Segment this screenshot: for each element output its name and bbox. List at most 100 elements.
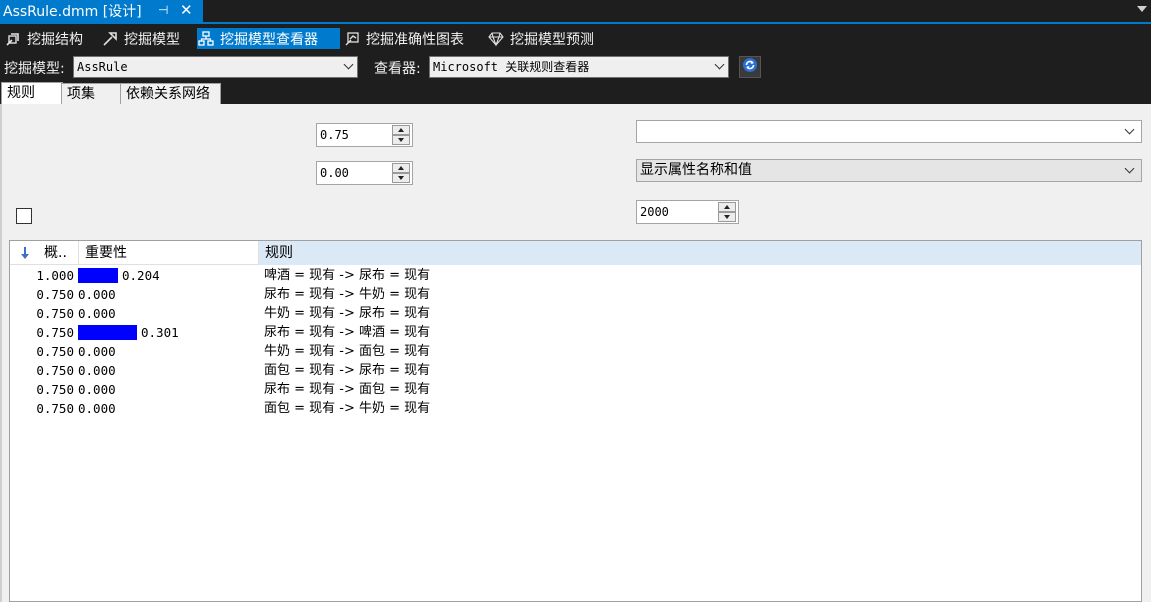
tab-label: 挖掘结构 bbox=[27, 31, 83, 48]
importance-cell: 0.301 bbox=[78, 325, 179, 340]
table-row[interactable]: 0.750 0.000 牛奶 = 现有 -> 尿布 = 现有 bbox=[10, 304, 1141, 323]
rule-cell: 尿布 = 现有 -> 牛奶 = 现有 bbox=[264, 287, 431, 302]
viewer-tabs: 规则 项集 依赖关系网络 bbox=[0, 82, 1151, 105]
rules-grid: 概.. 重要性 规则 1.000 0.204 啤酒 = 现有 -> 尿布 = 现有 0… bbox=[9, 240, 1142, 602]
prediction-icon bbox=[487, 31, 505, 47]
tab-rules[interactable]: 规则 bbox=[1, 82, 63, 105]
tab-label: 挖掘准确性图表 bbox=[366, 31, 464, 48]
rule-cell: 牛奶 = 现有 -> 尿布 = 现有 bbox=[264, 306, 431, 321]
spin-up-button[interactable] bbox=[392, 125, 410, 135]
viewer-value: Microsoft 关联规则查看器 bbox=[433, 60, 590, 74]
viewer-select[interactable]: Microsoft 关联规则查看器 bbox=[429, 56, 729, 78]
importance-value: 0.301 bbox=[141, 325, 179, 340]
rule-cell: 面包 = 现有 -> 尿布 = 现有 bbox=[264, 363, 431, 378]
importance-cell: 0.000 bbox=[78, 363, 116, 378]
min-importance-spinner[interactable]: 0.00 bbox=[316, 161, 413, 185]
probability-cell: 0.750 bbox=[36, 401, 74, 416]
chevron-down-icon bbox=[1124, 163, 1135, 174]
tab-prediction[interactable]: 挖掘模型预测 bbox=[487, 28, 594, 49]
spin-down-button[interactable] bbox=[392, 135, 410, 145]
spin-up-button[interactable] bbox=[392, 163, 410, 173]
min-importance-value: 0.00 bbox=[320, 166, 349, 180]
importance-value: 0.000 bbox=[78, 363, 116, 378]
tab-accuracy-chart[interactable]: 挖掘准确性图表 bbox=[343, 28, 464, 49]
mining-viewer-icon bbox=[197, 30, 215, 47]
importance-value: 0.000 bbox=[78, 287, 116, 302]
probability-cell: 1.000 bbox=[36, 268, 74, 283]
importance-cell: 0.000 bbox=[78, 382, 116, 397]
grid-header: 概.. 重要性 规则 bbox=[10, 241, 1141, 265]
max-rows-value: 2000 bbox=[640, 205, 669, 219]
rule-cell: 啤酒 = 现有 -> 尿布 = 现有 bbox=[264, 268, 431, 283]
display-mode-select[interactable]: 显示属性名称和值 bbox=[636, 159, 1142, 182]
chevron-down-icon bbox=[1124, 124, 1135, 135]
tab-label: 挖掘模型 bbox=[124, 31, 180, 48]
pin-icon[interactable]: ⊣ bbox=[158, 3, 168, 17]
tab-itemsets[interactable]: 项集 bbox=[61, 83, 121, 105]
mining-model-icon bbox=[101, 31, 119, 47]
min-probability-value: 0.75 bbox=[320, 128, 349, 142]
rule-cell: 尿布 = 现有 -> 面包 = 现有 bbox=[264, 382, 431, 397]
table-row[interactable]: 0.750 0.000 尿布 = 现有 -> 面包 = 现有 bbox=[10, 380, 1141, 399]
tab-mining-viewer[interactable]: 挖掘模型查看器 bbox=[197, 28, 340, 49]
tab-mining-structure[interactable]: 挖掘结构 bbox=[4, 28, 83, 49]
rule-cell: 面包 = 现有 -> 牛奶 = 现有 bbox=[264, 401, 431, 416]
table-row[interactable]: 0.750 0.000 尿布 = 现有 -> 牛奶 = 现有 bbox=[10, 285, 1141, 304]
refresh-icon bbox=[742, 57, 758, 77]
tab-label: 挖掘模型预测 bbox=[510, 31, 594, 48]
table-row[interactable]: 0.750 0.000 牛奶 = 现有 -> 面包 = 现有 bbox=[10, 342, 1141, 361]
tab-dependency-network[interactable]: 依赖关系网络 bbox=[120, 83, 221, 105]
mining-model-value: AssRule bbox=[77, 60, 128, 74]
mining-structure-icon bbox=[4, 31, 22, 47]
importance-column-header[interactable]: 重要性 bbox=[78, 241, 258, 265]
importance-value: 0.204 bbox=[122, 268, 160, 283]
selector-row: 挖掘模型: AssRule 查看器: Microsoft 关联规则查看器 bbox=[0, 52, 1151, 82]
importance-cell: 0.000 bbox=[78, 306, 116, 321]
rule-column-header[interactable]: 规则 bbox=[258, 241, 1141, 265]
importance-value: 0.000 bbox=[78, 306, 116, 321]
filter-rule-select[interactable] bbox=[636, 120, 1142, 143]
spin-up-button[interactable] bbox=[718, 202, 736, 212]
chevron-down-icon bbox=[714, 59, 725, 70]
probability-cell: 0.750 bbox=[36, 306, 74, 321]
tab-mining-model[interactable]: 挖掘模型 bbox=[101, 28, 180, 49]
importance-cell: 0.000 bbox=[78, 287, 116, 302]
probability-column-header[interactable]: 概.. bbox=[44, 241, 76, 265]
tab-label: 挖掘模型查看器 bbox=[220, 31, 318, 48]
rule-cell: 牛奶 = 现有 -> 面包 = 现有 bbox=[264, 344, 431, 359]
importance-value: 0.000 bbox=[78, 382, 116, 397]
document-tab-strip: AssRule.dmm [设计] ⊣ ✕ bbox=[0, 0, 1151, 24]
display-mode-value: 显示属性名称和值 bbox=[640, 162, 752, 178]
table-row[interactable]: 0.750 0.000 面包 = 现有 -> 尿布 = 现有 bbox=[10, 361, 1141, 380]
probability-cell: 0.750 bbox=[36, 325, 74, 340]
mining-model-label: 挖掘模型: bbox=[4, 61, 65, 77]
table-row[interactable]: 1.000 0.204 啤酒 = 现有 -> 尿布 = 现有 bbox=[10, 266, 1141, 285]
chevron-down-icon[interactable] bbox=[1137, 6, 1147, 12]
importance-cell: 0.000 bbox=[78, 344, 116, 359]
spin-down-button[interactable] bbox=[718, 212, 736, 222]
close-icon[interactable]: ✕ bbox=[180, 1, 193, 19]
table-row[interactable]: 0.750 0.000 面包 = 现有 -> 牛奶 = 现有 bbox=[10, 399, 1141, 418]
show-long-name-checkbox[interactable] bbox=[16, 208, 32, 224]
importance-bar bbox=[78, 325, 137, 340]
rule-cell: 尿布 = 现有 -> 啤酒 = 现有 bbox=[264, 325, 431, 340]
mining-model-select[interactable]: AssRule bbox=[73, 56, 358, 78]
viewer-label: 查看器: bbox=[374, 61, 421, 77]
max-rows-spinner[interactable]: 2000 bbox=[636, 200, 739, 224]
document-tab-title: AssRule.dmm [设计] bbox=[3, 4, 142, 20]
importance-cell: 0.000 bbox=[78, 401, 116, 416]
probability-cell: 0.750 bbox=[36, 382, 74, 397]
table-row[interactable]: 0.750 0.301 尿布 = 现有 -> 啤酒 = 现有 bbox=[10, 323, 1141, 342]
sort-descending-icon[interactable] bbox=[20, 246, 30, 260]
rules-panel: 0.75 0.00 显示属性名称和值 2000 概.. 重要性 规则 1.000… bbox=[0, 104, 1151, 602]
spin-down-button[interactable] bbox=[392, 173, 410, 183]
designer-toolbar: 挖掘结构 挖掘模型 挖掘模型查看器 挖掘准确性图表 挖掘模型预测 bbox=[0, 26, 1151, 52]
document-tab[interactable]: AssRule.dmm [设计] ⊣ ✕ bbox=[0, 0, 203, 22]
chevron-down-icon bbox=[343, 59, 354, 70]
accuracy-chart-icon bbox=[343, 31, 361, 47]
importance-cell: 0.204 bbox=[78, 268, 160, 283]
min-probability-spinner[interactable]: 0.75 bbox=[316, 123, 413, 147]
refresh-button[interactable] bbox=[739, 56, 761, 78]
importance-value: 0.000 bbox=[78, 344, 116, 359]
probability-cell: 0.750 bbox=[36, 363, 74, 378]
